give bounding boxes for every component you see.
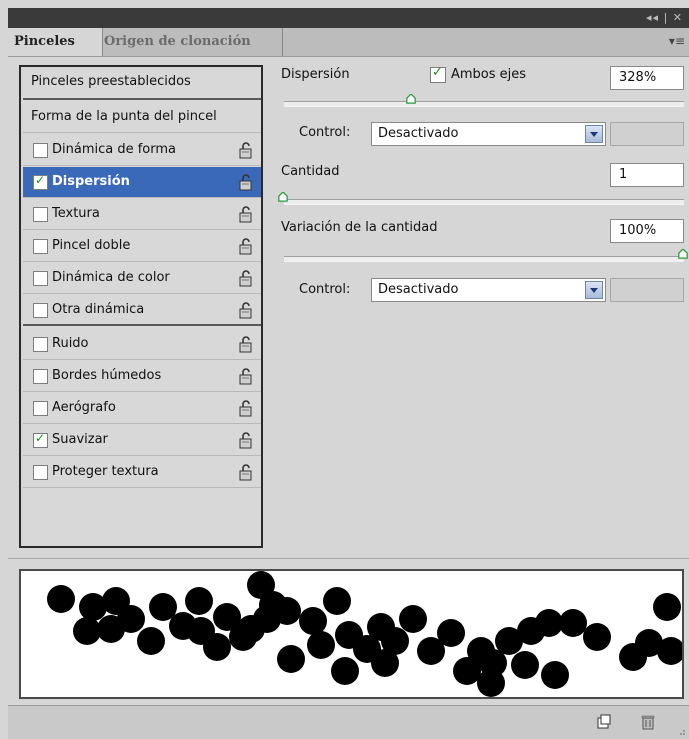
sidebar-item-dispersión[interactable]: Dispersión <box>23 167 261 198</box>
brush-presets-label: Pinceles preestablecidos <box>31 74 191 89</box>
sidebar-item-label: Pincel doble <box>52 238 131 253</box>
lock-icon[interactable] <box>239 237 253 255</box>
sidebar-item-label: Suavizar <box>52 432 108 447</box>
both-axes-label: Ambos ejes <box>451 67 527 82</box>
sidebar-item-label: Bordes húmedos <box>52 368 162 383</box>
count-jitter-slider-track[interactable] <box>284 256 684 262</box>
panel-collapse-close-controls[interactable]: ◂◂ | ✕ <box>646 11 683 24</box>
trash-icon[interactable] <box>640 714 656 730</box>
divider <box>8 558 689 559</box>
checkbox-icon[interactable] <box>33 207 48 222</box>
sidebar-item-label: Dinámica de forma <box>52 142 177 157</box>
sidebar-item-proteger-textura[interactable]: Proteger textura <box>23 457 261 488</box>
chevron-down-icon[interactable] <box>585 125 603 143</box>
sidebar-item-aerógrafo[interactable]: Aerógrafo <box>23 393 261 424</box>
tab-origen-de-clonacion[interactable]: Origen de clonación <box>98 28 283 56</box>
lock-icon[interactable] <box>239 399 253 417</box>
scatter-slider-track[interactable] <box>284 101 684 107</box>
checkmark-icon: ✓ <box>432 65 443 80</box>
count-slider-thumb[interactable] <box>278 192 288 202</box>
scatter-value-field[interactable]: 328% <box>610 66 684 90</box>
scatter-label: Dispersión <box>281 67 350 82</box>
sidebar-item-label: Dinámica de color <box>52 270 170 285</box>
count-jitter-control-value: Desactivado <box>378 282 459 297</box>
sidebar-item-pincel-doble[interactable]: Pincel doble <box>23 231 261 262</box>
sidebar-item-label: Proteger textura <box>52 464 159 479</box>
checkbox-icon[interactable] <box>33 239 48 254</box>
count-jitter-label: Variación de la cantidad <box>281 220 438 235</box>
lock-icon[interactable] <box>239 205 253 223</box>
panel-footer <box>8 705 689 739</box>
count-value-field[interactable]: 1 <box>610 163 684 187</box>
sidebar-item-otra-dinámica[interactable]: Otra dinámica <box>23 295 261 326</box>
lock-icon[interactable] <box>239 301 253 319</box>
checkbox-icon[interactable] <box>33 143 48 158</box>
count-slider-track[interactable] <box>284 199 684 205</box>
sidebar-item-label: Otra dinámica <box>52 302 145 317</box>
brush-tip-shape-item[interactable]: Forma de la punta del pincel <box>23 102 261 133</box>
checkbox-icon[interactable] <box>33 465 48 480</box>
brush-presets-item[interactable]: Pinceles preestablecidos <box>23 67 261 100</box>
sidebar-item-label: Aerógrafo <box>52 400 116 415</box>
count-jitter-slider-thumb[interactable] <box>678 249 688 259</box>
lock-icon[interactable] <box>239 463 253 481</box>
panel-menu-icon[interactable]: ▾≡ <box>669 34 685 48</box>
checkbox-icon[interactable] <box>33 337 48 352</box>
lock-icon[interactable] <box>239 431 253 449</box>
sidebar-item-dinámica-de-color[interactable]: Dinámica de color <box>23 263 261 294</box>
scatter-control-extra-field <box>610 122 684 146</box>
checkbox-icon[interactable] <box>33 431 48 448</box>
chevron-down-icon[interactable] <box>585 281 603 299</box>
lock-icon[interactable] <box>239 367 253 385</box>
count-jitter-control-select[interactable]: Desactivado <box>371 278 606 302</box>
panel-title-bar: ◂◂ | ✕ <box>8 8 689 28</box>
resize-grip-icon[interactable] <box>676 726 686 736</box>
both-axes-checkbox[interactable]: ✓ <box>430 65 446 83</box>
lock-icon[interactable] <box>239 141 253 159</box>
sidebar-item-label: Textura <box>52 206 100 221</box>
lock-icon[interactable] <box>239 335 253 353</box>
sidebar-item-label: Dispersión <box>52 174 130 189</box>
sidebar-item-ruido[interactable]: Ruido <box>23 329 261 360</box>
sidebar-item-dinámica-de-forma[interactable]: Dinámica de forma <box>23 135 261 166</box>
count-jitter-control-extra-field <box>610 278 684 302</box>
checkbox-icon[interactable] <box>33 271 48 286</box>
count-jitter-control-label: Control: <box>299 282 351 297</box>
sidebar-item-bordes-húmedos[interactable]: Bordes húmedos <box>23 361 261 392</box>
count-label: Cantidad <box>281 164 340 179</box>
tab-pinceles[interactable]: Pinceles <box>8 28 103 56</box>
checkbox-icon[interactable] <box>33 369 48 384</box>
lock-icon[interactable] <box>239 269 253 287</box>
scatter-control-value: Desactivado <box>378 126 459 141</box>
count-jitter-value-field[interactable]: 100% <box>610 219 684 243</box>
preview-dots <box>47 571 682 697</box>
sidebar-item-label: Ruido <box>52 336 89 351</box>
scatter-control-label: Control: <box>299 125 351 140</box>
sidebar-item-suavizar[interactable]: Suavizar <box>23 425 261 456</box>
sidebar-item-textura[interactable]: Textura <box>23 199 261 230</box>
checkbox-icon[interactable] <box>33 173 48 190</box>
scatter-slider-thumb[interactable] <box>406 94 416 104</box>
tab-bar: Pinceles Origen de clonación ▾≡ <box>8 28 689 57</box>
brush-settings-list: Pinceles preestablecidos Forma de la pun… <box>19 65 263 548</box>
brush-tip-shape-label: Forma de la punta del pincel <box>31 109 217 124</box>
checkbox-icon[interactable] <box>33 303 48 318</box>
brush-stroke-preview <box>19 569 684 699</box>
lock-icon[interactable] <box>239 173 253 191</box>
checkbox-icon[interactable] <box>33 401 48 416</box>
scatter-control-select[interactable]: Desactivado <box>371 122 606 146</box>
new-brush-icon[interactable] <box>596 714 612 730</box>
